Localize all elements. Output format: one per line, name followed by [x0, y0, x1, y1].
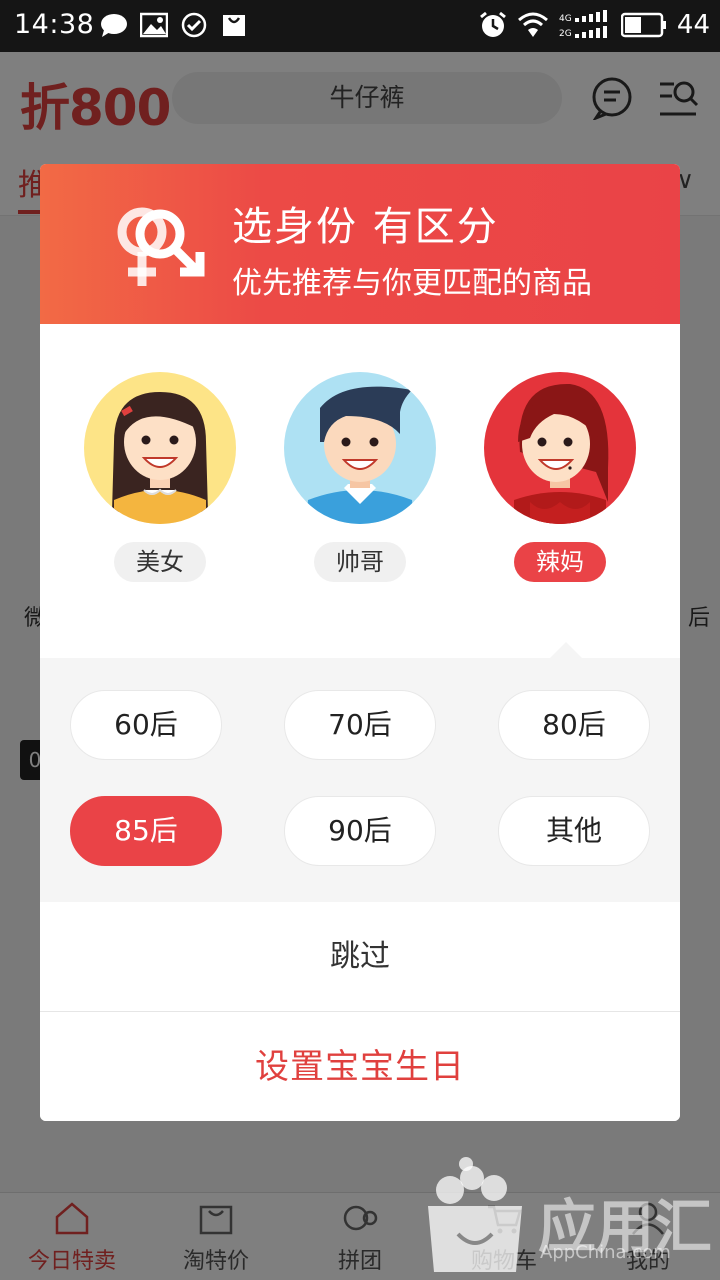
mom-avatar-icon [484, 372, 636, 524]
gender-symbol-icon [117, 207, 205, 286]
identity-options: 美女 帅哥 辣妈 [40, 324, 680, 658]
svg-text:4G: 4G [559, 14, 572, 24]
check-circle-icon [181, 12, 207, 38]
dialog-header: 选身份 有区分 优先推荐与你更匹配的商品 [40, 164, 680, 324]
battery-level: 44 [676, 10, 710, 40]
image-icon [140, 12, 168, 38]
age-option-90s[interactable]: 90后 [284, 796, 436, 866]
watermark-sub: AppChina.com [540, 1242, 671, 1263]
age-option-60s[interactable]: 60后 [70, 690, 222, 760]
dialog-title: 选身份 有区分 [232, 204, 499, 250]
age-option-85s[interactable]: 85后 [70, 796, 222, 866]
identity-option-hot-mom[interactable]: 辣妈 [484, 372, 636, 582]
wifi-icon [517, 12, 548, 37]
identity-option-beauty[interactable]: 美女 [84, 372, 236, 582]
chat-bubble-icon [101, 14, 127, 37]
selection-pointer [550, 642, 582, 658]
age-options: 60后 70后 80后 85后 90后 其他 [40, 642, 680, 902]
identity-dialog: 选身份 有区分 优先推荐与你更匹配的商品 美女 帅哥 辣妈 60后 70后 80… [40, 164, 680, 1121]
skip-button[interactable]: 跳过 [40, 902, 680, 1012]
status-right: 4G 2G 44 [479, 10, 710, 40]
age-option-80s[interactable]: 80后 [498, 690, 650, 760]
status-time: 14:38 [14, 9, 95, 40]
identity-label: 美女 [114, 542, 206, 582]
identity-label: 帅哥 [314, 542, 406, 582]
watermark-bag-icon [428, 1157, 522, 1272]
watermark: 应用汇 AppChina.com [420, 1150, 720, 1280]
age-option-other[interactable]: 其他 [498, 796, 650, 866]
signal-icon: 4G 2G [559, 10, 607, 39]
alarm-icon [479, 11, 506, 37]
battery-icon [620, 12, 666, 38]
status-bar: 14:38 4G 2G 44 [0, 0, 720, 52]
dialog-subtitle: 优先推荐与你更匹配的商品 [232, 266, 592, 301]
girl-avatar-icon [84, 372, 236, 524]
identity-label-selected: 辣妈 [514, 542, 606, 582]
identity-option-handsome[interactable]: 帅哥 [284, 372, 436, 582]
boy-avatar-icon [284, 372, 436, 524]
shopping-bag-icon [223, 15, 245, 36]
age-option-70s[interactable]: 70后 [284, 690, 436, 760]
notification-icons [100, 12, 248, 38]
set-baby-birthday-button[interactable]: 设置宝宝生日 [40, 1013, 680, 1121]
svg-text:2G: 2G [559, 29, 572, 39]
